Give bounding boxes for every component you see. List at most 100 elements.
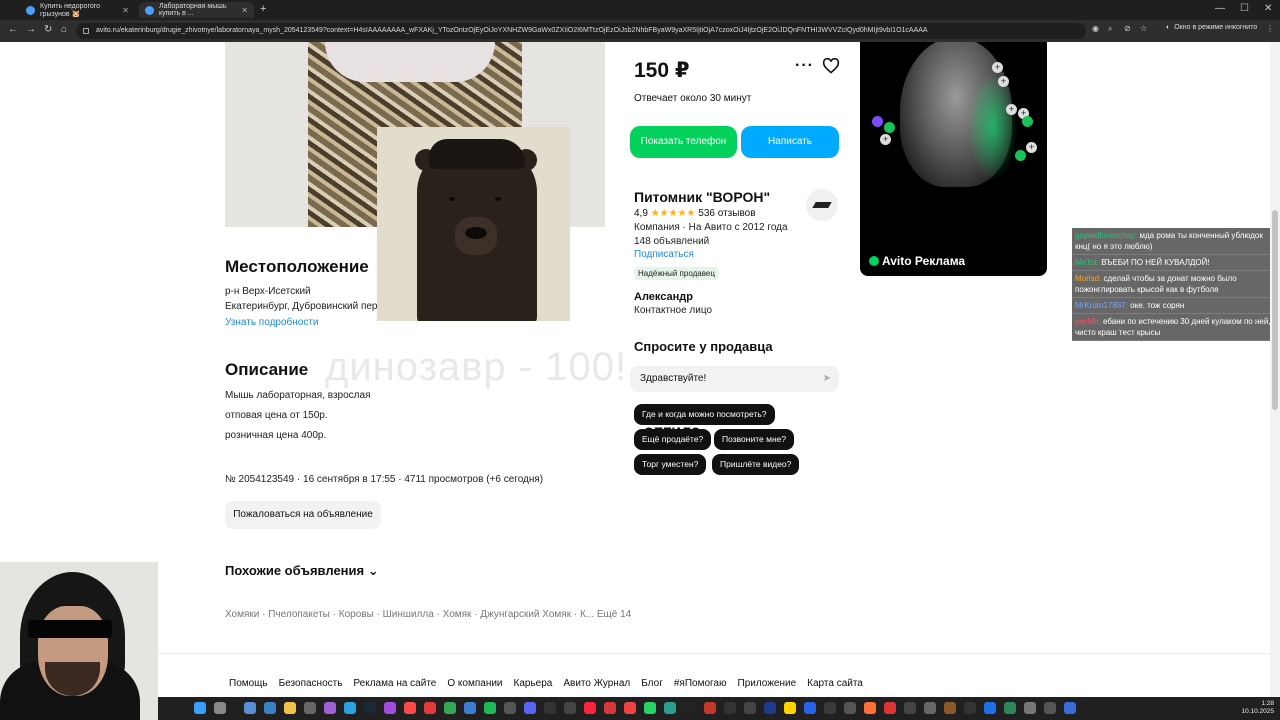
browser-tab-active[interactable]: Лабораторная мышь купить в ... ✕: [139, 2, 254, 18]
tracking-icon[interactable]: ⊘: [1124, 24, 1131, 33]
page-scrollbar[interactable]: [1270, 42, 1280, 697]
home-icon[interactable]: ⌂: [61, 24, 67, 35]
quick-question-chip[interactable]: Позвоните мне?: [714, 429, 795, 450]
taskbar-app-icon[interactable]: [564, 702, 576, 714]
complain-button[interactable]: Пожаловаться на объявление: [225, 501, 381, 529]
telegram-icon[interactable]: [344, 702, 356, 714]
footer-link[interactable]: Карта сайта: [807, 678, 863, 689]
reload-icon[interactable]: ↻: [44, 24, 52, 35]
taskbar-app-icon[interactable]: [964, 702, 976, 714]
scrollbar-thumb[interactable]: [1272, 210, 1278, 410]
taskbar-app-icon[interactable]: [404, 702, 416, 714]
eye-off-icon[interactable]: ◉: [1092, 24, 1099, 33]
taskbar-app-icon[interactable]: [544, 702, 556, 714]
taskbar-app-icon[interactable]: [744, 702, 756, 714]
photo-prev[interactable]: [225, 42, 308, 227]
address-bar-row: ← → ↻ ⌂ avito.ru/ekaterinburg/drugie_zhi…: [0, 20, 1280, 42]
search-icon[interactable]: [214, 702, 226, 714]
chrome-icon[interactable]: [444, 702, 456, 714]
quick-question-chip[interactable]: Пришлёте видео?: [712, 454, 800, 475]
taskbar-app-icon[interactable]: [604, 702, 616, 714]
subscribe-link[interactable]: Подписаться: [634, 249, 694, 260]
seller-avatar[interactable]: [806, 189, 838, 221]
taskbar-app-icon[interactable]: [244, 702, 256, 714]
taskbar-app-icon[interactable]: [704, 702, 716, 714]
spotify-icon[interactable]: [484, 702, 496, 714]
discord-icon[interactable]: [524, 702, 536, 714]
seller-name[interactable]: Питомник "ВОРОН": [634, 189, 770, 205]
yandex-icon[interactable]: [424, 702, 436, 714]
system-clock[interactable]: 1:28 10.10.2025: [1241, 700, 1274, 716]
more-options-icon[interactable]: ···: [795, 57, 814, 75]
seller-ads-count[interactable]: 148 объявлений: [634, 236, 709, 247]
footer-link[interactable]: Карьера: [514, 678, 553, 689]
maximize-icon[interactable]: ☐: [1240, 3, 1249, 14]
show-phone-button[interactable]: Показать телефон: [630, 126, 737, 158]
taskbar-app-icon[interactable]: [624, 702, 636, 714]
quick-question-chip[interactable]: Торг уместен?: [634, 454, 707, 475]
footer-link[interactable]: #яПомогаю: [674, 678, 727, 689]
ask-seller-input[interactable]: Здравствуйте! ➤: [630, 366, 839, 392]
favorite-heart-icon[interactable]: [822, 58, 840, 74]
back-icon[interactable]: ←: [8, 24, 18, 35]
quick-question-chip[interactable]: Где и когда можно посмотреть?: [634, 404, 775, 425]
taskbar-app-icon[interactable]: [1044, 702, 1056, 714]
folder-icon[interactable]: [284, 702, 296, 714]
taskbar-app-icon[interactable]: [304, 702, 316, 714]
similar-listings-title[interactable]: Похожие объявления ⌄: [225, 563, 379, 579]
taskbar-app-icon[interactable]: [804, 702, 816, 714]
category-links[interactable]: Хомяки · Пчелопакеты · Коровы · Шиншилла…: [225, 609, 631, 620]
footer-link[interactable]: Блог: [641, 678, 663, 689]
footer-link[interactable]: О компании: [447, 678, 502, 689]
taskbar-app-icon[interactable]: [1004, 702, 1016, 714]
close-window-icon[interactable]: ✕: [1264, 3, 1272, 14]
url-input[interactable]: avito.ru/ekaterinburg/drugie_zhivotnye/l…: [76, 23, 1086, 39]
incognito-indicator[interactable]: ◐ Окно в режиме инкогнито: [1166, 24, 1257, 31]
close-tab-icon[interactable]: ✕: [241, 6, 248, 15]
star-icon[interactable]: ☆: [1140, 24, 1147, 33]
footer-link[interactable]: Приложение: [738, 678, 797, 689]
terminal-icon[interactable]: [684, 702, 696, 714]
menu-icon[interactable]: ⋮: [1266, 24, 1274, 33]
taskbar-app-icon[interactable]: [504, 702, 516, 714]
taskbar-app-icon[interactable]: [724, 702, 736, 714]
taskbar-app-icon[interactable]: [784, 702, 796, 714]
taskbar-app-icon[interactable]: [384, 702, 396, 714]
taskbar-app-icon[interactable]: [1064, 702, 1076, 714]
taskbar-app-icon[interactable]: [904, 702, 916, 714]
taskbar-app-icon[interactable]: [984, 702, 996, 714]
whatsapp-icon[interactable]: [644, 702, 656, 714]
minimize-icon[interactable]: —: [1215, 3, 1225, 14]
footer-link[interactable]: Авито Журнал: [563, 678, 630, 689]
taskbar-app-icon[interactable]: [824, 702, 836, 714]
browser-tab[interactable]: Купить недорогого грызунов 🐹 ✕: [20, 2, 135, 18]
firefox-icon[interactable]: [864, 702, 876, 714]
learn-more-link[interactable]: Узнать подробности: [225, 317, 319, 328]
advertisement-banner[interactable]: + + + + + + Avito Реклама: [860, 42, 1047, 276]
music-icon[interactable]: [584, 702, 596, 714]
send-icon[interactable]: ➤: [823, 366, 831, 392]
footer-link[interactable]: Помощь: [229, 678, 268, 689]
taskbar-app-icon[interactable]: [944, 702, 956, 714]
steam-icon[interactable]: [364, 702, 376, 714]
write-message-button[interactable]: Написать: [741, 126, 839, 158]
new-tab-icon[interactable]: +: [260, 3, 266, 15]
close-tab-icon[interactable]: ✕: [122, 6, 129, 15]
description-title: Описание: [225, 360, 309, 379]
taskbar-app-icon[interactable]: [924, 702, 936, 714]
taskbar-app-icon[interactable]: [464, 702, 476, 714]
zoom-icon[interactable]: ⌕: [1108, 24, 1112, 34]
taskbar-app-icon[interactable]: [324, 702, 336, 714]
taskbar-app-icon[interactable]: [844, 702, 856, 714]
footer-link[interactable]: Безопасность: [279, 678, 343, 689]
taskbar-app-icon[interactable]: [664, 702, 676, 714]
taskbar-app-icon[interactable]: [884, 702, 896, 714]
taskbar-app-icon[interactable]: [764, 702, 776, 714]
seller-rating[interactable]: 4,9 ★★★★★ 536 отзывов: [634, 208, 756, 219]
taskbar-app-icon[interactable]: [1024, 702, 1036, 714]
taskbar-app-icon[interactable]: [264, 702, 276, 714]
footer-link[interactable]: Реклама на сайте: [353, 678, 436, 689]
purple-badge-icon: [872, 116, 883, 127]
start-icon[interactable]: [194, 702, 206, 714]
forward-icon[interactable]: →: [26, 24, 36, 35]
